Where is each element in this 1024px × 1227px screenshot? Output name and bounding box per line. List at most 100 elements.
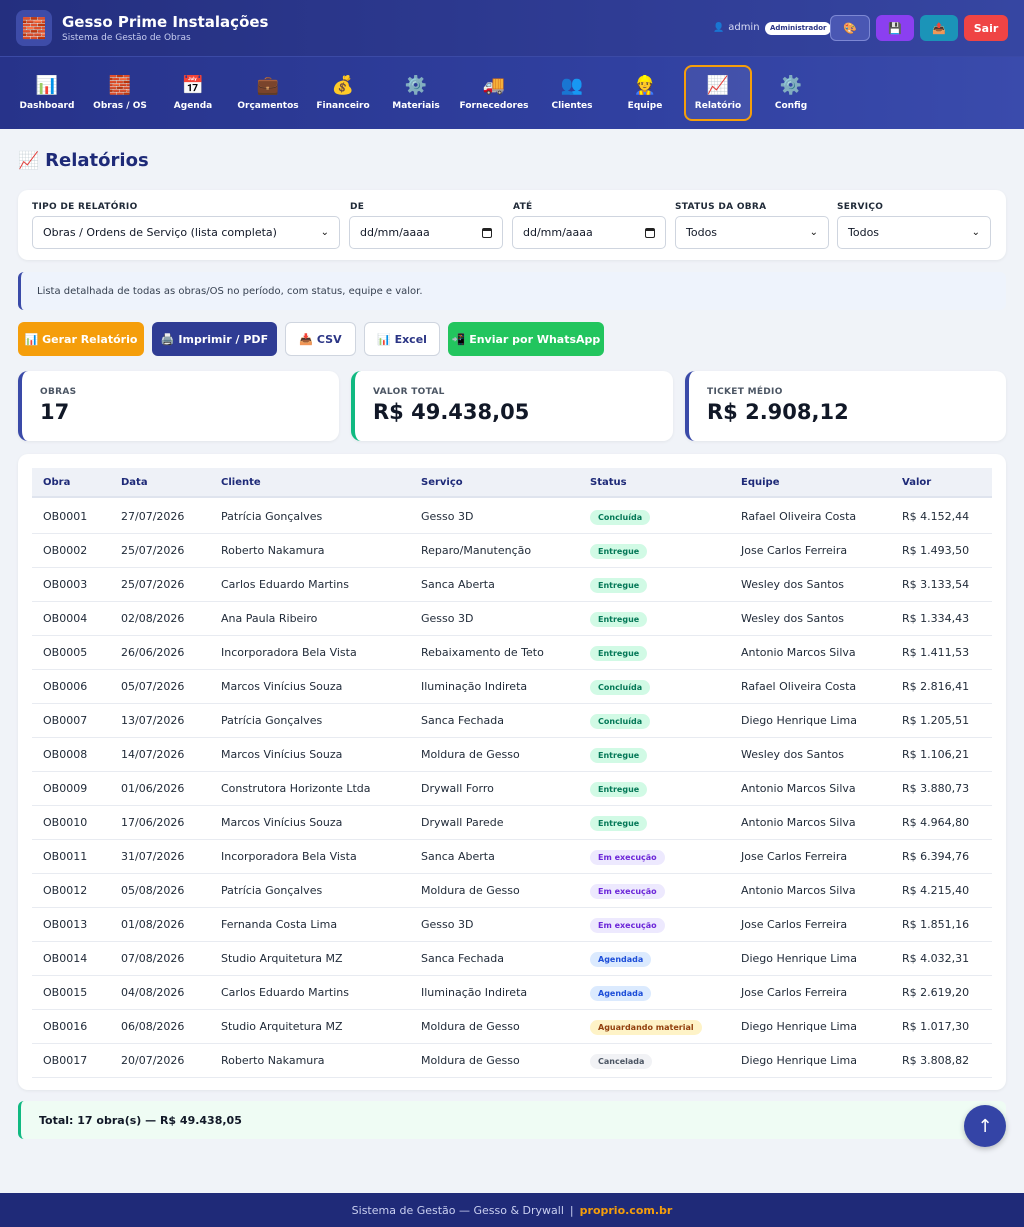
cell-equipe: Wesley dos Santos <box>741 612 844 625</box>
date-to-input[interactable]: dd/mm/aaaa <box>512 216 666 249</box>
filters-card: TIPO DE RELATÓRIO Obras / Ordens de Serv… <box>18 190 1006 260</box>
cell-valor: R$ 6.394,76 <box>902 850 970 863</box>
nav-item-config[interactable]: ⚙️ Config <box>763 65 819 121</box>
cell-data: 01/08/2026 <box>121 918 185 931</box>
theme-button[interactable]: 🎨 <box>830 15 870 41</box>
cell-cliente: Incorporadora Bela Vista <box>221 646 357 659</box>
nav-item-materiais[interactable]: ⚙️ Materiais <box>388 65 444 121</box>
cell-servico: Reparo/Manutenção <box>421 544 532 557</box>
nav-item-obras-os[interactable]: 🧱 Obras / OS <box>89 65 151 121</box>
table-row[interactable]: OB0001 27/07/2026 Patrícia Gonçalves Gesso … <box>32 500 992 534</box>
table-row[interactable]: OB0014 07/08/2026 Studio Arquitetura MZ San… <box>32 942 992 976</box>
cell-equipe: Antonio Marcos Silva <box>741 646 856 659</box>
cell-obra: OB0003 <box>43 578 88 591</box>
status-badge: Em execução <box>590 917 665 933</box>
cell-equipe: Diego Henrique Lima <box>741 1020 857 1033</box>
column-header-data[interactable]: Data <box>121 468 148 498</box>
table-row[interactable]: OB0016 06/08/2026 Studio Arquitetura MZ Mol… <box>32 1010 992 1044</box>
cell-status: Entregue <box>590 534 648 568</box>
date-from-input[interactable]: dd/mm/aaaa <box>349 216 503 249</box>
cell-valor: R$ 1.205,51 <box>902 714 970 727</box>
calendar-icon[interactable] <box>482 227 492 238</box>
report-table: Obra Data Cliente Serviço Status Equipe … <box>18 454 1006 1090</box>
cell-data: 05/07/2026 <box>121 680 185 693</box>
cell-servico: Moldura de Gesso <box>421 1020 520 1033</box>
status-badge: Entregue <box>590 577 648 593</box>
table-row[interactable]: OB0006 05/07/2026 Marcos Vinícius Souza Ilu… <box>32 670 992 704</box>
stat-label: TICKET MÉDIO <box>707 387 783 397</box>
service-select[interactable]: Todos ⌄ <box>837 216 991 249</box>
cell-obra: OB0012 <box>43 884 88 897</box>
status-badge: Entregue <box>590 747 648 763</box>
date-from-label: DE <box>350 202 365 212</box>
cell-status: Entregue <box>590 568 648 602</box>
main-nav: 📊 Dashboard 🧱 Obras / OS 📅 Agenda 💼 Orçamentos 💰… <box>0 57 1024 129</box>
cell-data: 04/08/2026 <box>121 986 185 999</box>
nav-label: Clientes <box>551 100 593 111</box>
cell-data: 02/08/2026 <box>121 612 185 625</box>
table-row[interactable]: OB0003 25/07/2026 Carlos Eduardo Martins Sa… <box>32 568 992 602</box>
report-type-label: TIPO DE RELATÓRIO <box>32 202 138 212</box>
top-header: 🧱 Gesso Prime Instalações Sistema de Ges… <box>0 0 1024 57</box>
nav-item-agenda[interactable]: 📅 Agenda <box>165 65 221 121</box>
cell-data: 13/07/2026 <box>121 714 185 727</box>
column-header-equipe[interactable]: Equipe <box>741 468 779 498</box>
table-row[interactable]: OB0009 01/06/2026 Construtora Horizonte Lt… <box>32 772 992 806</box>
user-icon: 👤 <box>713 22 725 33</box>
table-row[interactable]: OB0004 02/08/2026 Ana Paula Ribeiro Gesso 3… <box>32 602 992 636</box>
nav-item-clientes[interactable]: 👥 Clientes <box>544 65 600 121</box>
excel-export-button[interactable]: 📊 Excel <box>364 322 440 356</box>
nav-label: Config <box>774 100 808 111</box>
nav-item-financeiro[interactable]: 💰 Financeiro <box>315 65 371 121</box>
cell-status: Em execução <box>590 908 665 942</box>
nav-item-equipe[interactable]: 👷 Equipe <box>617 65 673 121</box>
cell-data: 17/06/2026 <box>121 816 185 829</box>
scroll-top-button[interactable]: ↑ <box>964 1105 1006 1147</box>
nav-item-or-amentos[interactable]: 💼 Orçamentos <box>233 65 303 121</box>
column-header-status[interactable]: Status <box>590 468 627 498</box>
brand-title: Gesso Prime Instalações <box>62 13 269 31</box>
table-row[interactable]: OB0005 26/06/2026 Incorporadora Bela Vista… <box>32 636 992 670</box>
cell-obra: OB0017 <box>43 1054 88 1067</box>
table-row[interactable]: OB0013 01/08/2026 Fernanda Costa Lima Gesso… <box>32 908 992 942</box>
restore-button[interactable]: 📤 <box>920 15 958 41</box>
table-row[interactable]: OB0010 17/06/2026 Marcos Vinícius Souza Dry… <box>32 806 992 840</box>
stat-label: VALOR TOTAL <box>373 387 445 397</box>
nav-item-relat-rio[interactable]: 📈 Relatório <box>684 65 752 121</box>
cell-data: 20/07/2026 <box>121 1054 185 1067</box>
nav-item-fornecedores[interactable]: 🚚 Fornecedores <box>459 65 529 121</box>
cell-valor: R$ 3.133,54 <box>902 578 970 591</box>
table-row[interactable]: OB0012 05/08/2026 Patrícia Gonçalves Moldur… <box>32 874 992 908</box>
backup-button[interactable]: 💾 <box>876 15 914 41</box>
footer: Sistema de Gestão — Gesso & Drywall | pr… <box>0 1193 1024 1227</box>
generate-report-button[interactable]: 📊 Gerar Relatório <box>18 322 144 356</box>
cell-equipe: Diego Henrique Lima <box>741 1054 857 1067</box>
column-header-cliente[interactable]: Cliente <box>221 468 261 498</box>
whatsapp-send-button[interactable]: 📲 Enviar por WhatsApp <box>448 322 604 356</box>
nav-label: Materiais <box>392 100 440 111</box>
table-row[interactable]: OB0007 13/07/2026 Patrícia Gonçalves Sanca … <box>32 704 992 738</box>
table-row[interactable]: OB0015 04/08/2026 Carlos Eduardo Martins Il… <box>32 976 992 1010</box>
column-header-obra[interactable]: Obra <box>43 468 70 498</box>
status-select[interactable]: Todos ⌄ <box>675 216 829 249</box>
cell-valor: R$ 1.493,50 <box>902 544 970 557</box>
print-pdf-button[interactable]: 🖨️ Imprimir / PDF <box>152 322 277 356</box>
table-row[interactable]: OB0011 31/07/2026 Incorporadora Bela Vista… <box>32 840 992 874</box>
table-row[interactable]: OB0017 20/07/2026 Roberto Nakamura Moldura … <box>32 1044 992 1078</box>
table-row[interactable]: OB0002 25/07/2026 Roberto Nakamura Reparo/M… <box>32 534 992 568</box>
table-row[interactable]: OB0008 14/07/2026 Marcos Vinícius Souza Mol… <box>32 738 992 772</box>
report-type-select[interactable]: Obras / Ordens de Serviço (lista complet… <box>32 216 340 249</box>
cell-obra: OB0002 <box>43 544 88 557</box>
calendar-icon[interactable] <box>645 227 655 238</box>
cell-data: 07/08/2026 <box>121 952 185 965</box>
cell-status: Concluída <box>590 500 651 534</box>
column-header-valor[interactable]: Valor <box>902 468 931 498</box>
footer-link[interactable]: proprio.com.br <box>580 1204 673 1217</box>
role-badge: Administrador <box>765 22 832 35</box>
column-header-servico[interactable]: Serviço <box>421 468 463 498</box>
cell-servico: Iluminação Indireta <box>421 986 528 999</box>
csv-export-button[interactable]: 📥 CSV <box>285 322 356 356</box>
logout-button[interactable]: Sair <box>964 15 1008 41</box>
nav-item-dashboard[interactable]: 📊 Dashboard <box>16 65 78 121</box>
cell-cliente: Patrícia Gonçalves <box>221 884 323 897</box>
